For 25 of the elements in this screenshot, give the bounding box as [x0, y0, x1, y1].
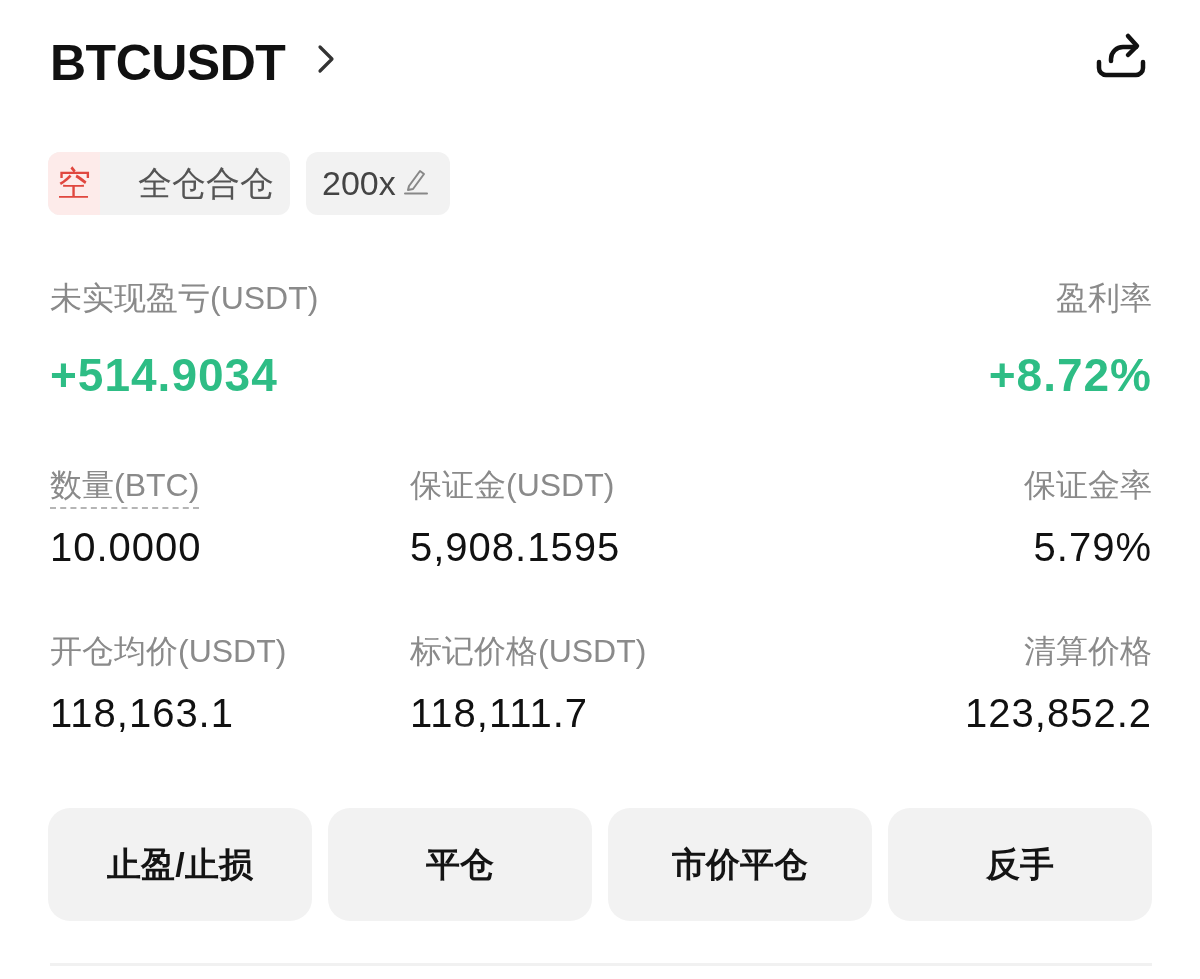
action-button[interactable]: 市价平仓 [608, 808, 872, 921]
action-button[interactable]: 平仓 [328, 808, 592, 921]
action-button[interactable]: 反手 [888, 808, 1152, 921]
stat-value: 118,163.1 [50, 690, 234, 737]
stat-value: 5.79% [1033, 524, 1152, 571]
margin-mode-label: 全仓合仓 [137, 162, 275, 204]
stat-label: 清算价格 [1024, 632, 1152, 671]
pnl-value: +8.72% [988, 348, 1152, 403]
stat-value: 118,111.7 [410, 690, 589, 737]
stat-value: 10.0000 [50, 524, 202, 571]
action-button[interactable]: 止盈/止损 [48, 808, 312, 921]
stat-value: 5,908.1595 [410, 524, 621, 571]
stat-label: 保证金率 [1024, 466, 1152, 505]
share-icon[interactable] [1096, 32, 1146, 78]
chevron-right-icon[interactable] [317, 44, 336, 74]
pnl-value: +514.9034 [50, 348, 278, 403]
stat-label: 开仓均价(USDT) [50, 632, 287, 671]
symbol-title: BTCUSDT [50, 34, 286, 93]
side-badge: 空 [48, 152, 100, 215]
pnl-label: 未实现盈亏(USDT) [50, 279, 319, 318]
stat-value: 123,852.2 [965, 690, 1152, 737]
stat-label: 保证金(USDT) [410, 466, 615, 505]
stat-label: 标记价格(USDT) [410, 632, 647, 671]
pnl-label: 盈利率 [1056, 279, 1152, 318]
leverage-button[interactable]: 200x [306, 152, 450, 215]
